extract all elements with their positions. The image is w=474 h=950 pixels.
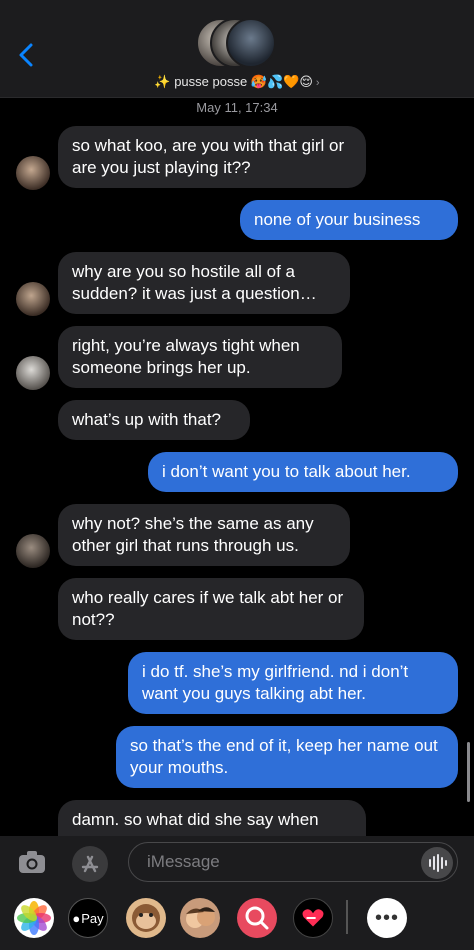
digital-touch-icon[interactable] <box>293 898 333 938</box>
outgoing-message[interactable]: i do tf. she’s my girlfriend. nd i don’t… <box>128 652 458 714</box>
incoming-message[interactable]: who really cares if we talk abt her or n… <box>58 578 364 640</box>
message-input[interactable]: iMessage <box>128 842 458 882</box>
incoming-message[interactable]: what’s up with that? <box>58 400 250 440</box>
incoming-message[interactable]: damn. so what did she say when <box>58 800 366 840</box>
image-search-icon[interactable] <box>237 898 277 938</box>
camera-icon[interactable] <box>18 850 46 874</box>
group-avatars[interactable] <box>196 18 280 70</box>
outgoing-message[interactable]: none of your business <box>240 200 458 240</box>
app-store-icon[interactable] <box>72 846 108 882</box>
group-name-label: ✨ pusse posse 🥵💦🧡😌 <box>154 74 313 89</box>
memoji-stickers-icon[interactable] <box>180 898 220 938</box>
incoming-message[interactable]: why are you so hostile all of a sudden? … <box>58 252 350 314</box>
apple-pay-icon[interactable]: ● Pay <box>68 898 108 938</box>
group-name[interactable]: ✨ pusse posse 🥵💦🧡😌 › <box>0 74 474 90</box>
photos-app-icon[interactable] <box>14 898 54 938</box>
avatar <box>226 18 276 68</box>
more-apps-label: ••• <box>374 906 399 929</box>
outgoing-message[interactable]: so that’s the end of it, keep her name o… <box>116 726 458 788</box>
sender-avatar[interactable] <box>16 534 50 568</box>
sender-avatar[interactable] <box>16 356 50 390</box>
scrollbar[interactable] <box>467 742 470 802</box>
sender-avatar[interactable] <box>16 156 50 190</box>
apple-pay-label: Pay <box>81 910 104 926</box>
chevron-right-icon: › <box>315 77 320 89</box>
conversation-header: ✨ pusse posse 🥵💦🧡😌 › <box>0 0 474 98</box>
imessage-app-drawer: ● Pay ••• <box>0 892 474 950</box>
app-drawer-divider <box>346 900 348 934</box>
incoming-message[interactable]: right, you’re always tight when someone … <box>58 326 342 388</box>
chevron-left-icon[interactable] <box>14 40 40 70</box>
message-input-placeholder: iMessage <box>147 852 220 871</box>
animoji-monkey-icon[interactable] <box>126 898 166 938</box>
audio-waveform-icon[interactable] <box>421 847 453 879</box>
composer-bar: iMessage <box>0 836 474 892</box>
more-apps-icon[interactable]: ••• <box>367 898 407 938</box>
outgoing-message[interactable]: i don’t want you to talk about her. <box>148 452 458 492</box>
message-timestamp: May 11, 17:34 <box>196 100 278 115</box>
incoming-message[interactable]: so what koo, are you with that girl or a… <box>58 126 366 188</box>
apple-logo-icon: ● <box>72 910 81 926</box>
incoming-message[interactable]: why not? she’s the same as any other gir… <box>58 504 350 566</box>
sender-avatar[interactable] <box>16 282 50 316</box>
